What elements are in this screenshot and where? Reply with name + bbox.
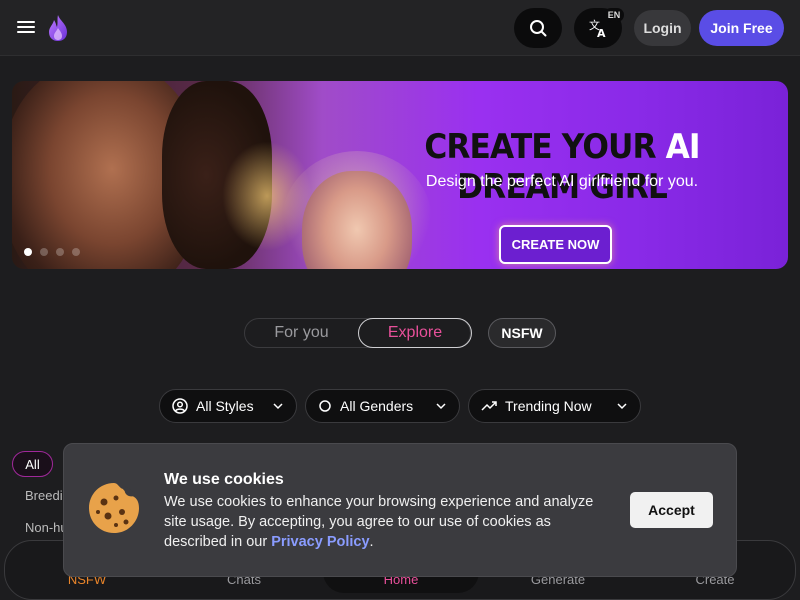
top-header: 文 A EN Login Join Free [0, 0, 800, 56]
privacy-policy-link[interactable]: Privacy Policy [271, 534, 369, 550]
category-chip-all[interactable]: All [12, 451, 53, 477]
banner-title-part: CREATE YOUR [424, 127, 666, 167]
styles-filter-dropdown[interactable]: All Styles [159, 389, 297, 423]
chevron-down-icon [273, 403, 283, 410]
trending-up-icon [481, 401, 497, 411]
banner-subtitle: Design the perfect AI girlfriend for you… [425, 173, 699, 190]
styles-filter-label: All Styles [196, 398, 254, 414]
cookie-icon [89, 483, 139, 533]
tab-explore[interactable]: Explore [358, 318, 472, 348]
login-button[interactable]: Login [634, 10, 691, 46]
sort-filter-dropdown[interactable]: Trending Now [468, 389, 641, 423]
promo-banner[interactable]: CREATE YOUR AI DREAM GIRL Design the per… [12, 81, 788, 269]
feed-tabs: For you Explore [244, 318, 472, 348]
cookie-message-text: We use cookies to enhance your browsing … [164, 494, 594, 550]
category-item[interactable]: Non-hu [25, 520, 68, 535]
nsfw-toggle-button[interactable]: NSFW [488, 318, 556, 348]
translate-icon: 文 A [589, 18, 606, 38]
tab-for-you[interactable]: For you [245, 319, 358, 347]
category-item[interactable]: Breedi [25, 488, 63, 503]
carousel-dots [24, 248, 80, 256]
banner-title-highlight: AI [665, 127, 701, 167]
carousel-dot[interactable] [40, 248, 48, 256]
cookie-consent-dialog: We use cookies We use cookies to enhance… [63, 443, 737, 577]
search-icon [530, 20, 547, 37]
user-circle-icon [172, 398, 188, 414]
cookie-message-end: . [369, 534, 374, 550]
join-free-button[interactable]: Join Free [699, 10, 784, 46]
carousel-dot[interactable] [56, 248, 64, 256]
language-code-badge: EN [604, 8, 624, 22]
search-button[interactable] [514, 8, 562, 48]
cookie-message: We use cookies to enhance your browsing … [164, 492, 614, 552]
chevron-down-icon [617, 403, 627, 410]
create-now-button[interactable]: CREATE NOW [499, 225, 612, 264]
carousel-dot[interactable] [72, 248, 80, 256]
sort-filter-label: Trending Now [505, 398, 592, 414]
genders-filter-dropdown[interactable]: All Genders [305, 389, 460, 423]
hamburger-icon[interactable] [16, 18, 36, 38]
banner-title: CREATE YOUR AI DREAM GIRL [364, 127, 760, 207]
genders-filter-label: All Genders [340, 398, 414, 414]
carousel-dot[interactable] [24, 248, 32, 256]
language-button[interactable]: 文 A EN [574, 8, 624, 48]
svg-text:A: A [597, 27, 606, 38]
flame-logo-icon[interactable] [46, 14, 70, 42]
chevron-down-icon [436, 403, 446, 410]
circle-icon [319, 400, 331, 412]
cookie-title: We use cookies [164, 471, 284, 488]
accept-cookies-button[interactable]: Accept [630, 492, 713, 528]
